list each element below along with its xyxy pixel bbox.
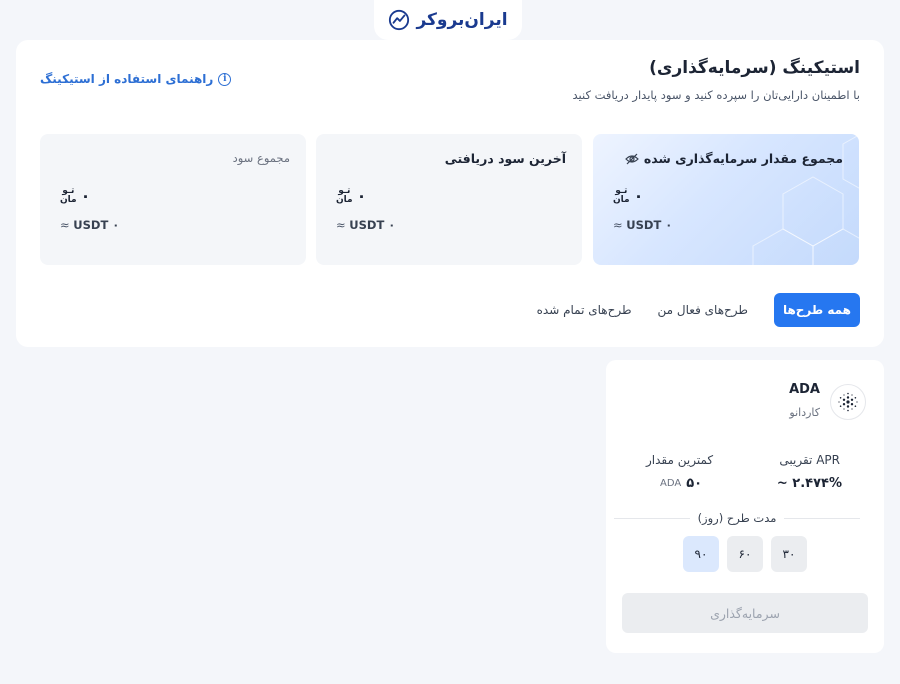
stat-number: ۰: [80, 186, 91, 205]
plan-card-ada: ADA کاردانو APR تقریبی ~ ۲.۴۷۴% کمترین م…: [606, 360, 884, 653]
stat-value-usdt: ≈ USDT ۰: [613, 218, 673, 232]
stat-value-toman: تـو مان ۰: [613, 186, 643, 205]
min-amount-value: ADA ۵۰: [660, 476, 702, 491]
staking-guide-link[interactable]: i راهنمای استفاده از استیکینگ: [40, 72, 232, 86]
invest-button[interactable]: سرمایه‌گذاری: [622, 593, 868, 633]
staking-guide-label: راهنمای استفاده از استیکینگ: [40, 72, 214, 86]
stat-last-profit: آخرین سود دریافتی تـو مان ۰ ≈ USDT ۰: [316, 134, 582, 265]
staking-overview-card: استیکینگ (سرمایه‌گذاری) با اطمینان دارای…: [16, 40, 884, 347]
duration-30-button[interactable]: ۳۰: [771, 536, 807, 572]
eye-off-icon[interactable]: [625, 153, 639, 165]
duration-60-button[interactable]: ۶۰: [727, 536, 763, 572]
coin-name: کاردانو: [789, 406, 820, 419]
tab-all-plans[interactable]: همه طرح‌ها: [773, 293, 860, 327]
cardano-logo-svg: [838, 392, 858, 412]
apr-label: APR تقریبی: [779, 453, 840, 467]
stat-value-usdt: ≈ USDT ۰: [336, 218, 396, 232]
duration-90-button[interactable]: ۹۰: [683, 536, 719, 572]
stat-value-toman: تـو مان ۰: [60, 186, 90, 205]
plan-tabs: همه طرح‌ها طرح‌های فعال من طرح‌های تمام …: [537, 293, 860, 327]
duration-divider: مدت طرح (روز): [614, 510, 861, 526]
tab-finished-plans[interactable]: طرح‌های تمام شده: [537, 303, 632, 317]
page-title: استیکینگ (سرمایه‌گذاری): [649, 58, 860, 78]
duration-options: ۳۰ ۶۰ ۹۰: [683, 536, 807, 572]
stat-label: مجموع سود: [232, 151, 290, 165]
stat-value-usdt: ≈ USDT ۰: [60, 218, 120, 232]
tab-my-active-plans[interactable]: طرح‌های فعال من: [658, 303, 748, 317]
stat-label: مجموع مقدار سرمایه‌گذاری شده: [643, 151, 843, 166]
min-amount-unit: ADA: [660, 478, 682, 489]
stat-number: ۰: [356, 186, 367, 205]
min-amount-number: ۵۰: [686, 476, 703, 491]
chart-logo-icon: [389, 9, 410, 31]
stat-value-toman: تـو مان ۰: [336, 186, 366, 205]
brand-logo[interactable]: ایران‌بروکر: [374, 0, 522, 40]
toman-unit: تـو مان: [613, 186, 630, 205]
stat-total-profit: مجموع سود تـو مان ۰ ≈ USDT ۰: [40, 134, 306, 265]
apr-value: ~ ۲.۴۷۴%: [776, 476, 842, 491]
toman-unit: تـو مان: [60, 186, 77, 205]
duration-label: مدت طرح (روز): [697, 511, 777, 525]
info-icon: i: [218, 72, 232, 86]
page-subtitle: با اطمینان دارایی‌تان را سپرده کنید و سو…: [572, 88, 860, 102]
stat-number: ۰: [633, 186, 644, 205]
stat-label: آخرین سود دریافتی: [444, 151, 566, 166]
toman-unit: تـو مان: [336, 186, 353, 205]
coin-symbol: ADA: [789, 382, 820, 397]
brand-name: ایران‌بروکر: [416, 10, 508, 30]
stat-total-invested: مجموع مقدار سرمایه‌گذاری شده تـو مان ۰ ≈ …: [593, 134, 859, 265]
cardano-icon: [830, 384, 866, 420]
min-amount-label: کمترین مقدار: [646, 453, 714, 467]
